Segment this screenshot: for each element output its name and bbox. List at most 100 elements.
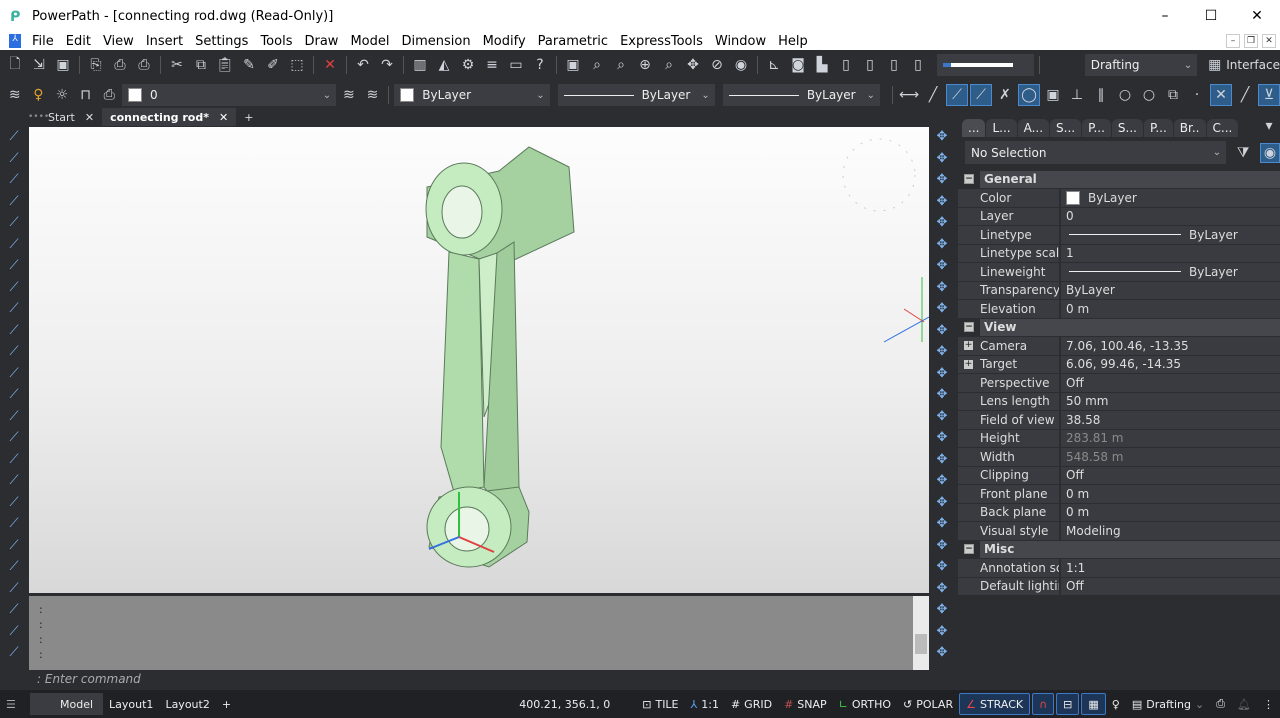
panel-menu-icon[interactable]: ▾ <box>1258 115 1280 137</box>
menu-draw[interactable]: Draw <box>299 34 345 49</box>
workspace-dropdown[interactable]: Drafting ⌄ <box>1084 54 1198 76</box>
menu-help[interactable]: Help <box>773 34 815 49</box>
insertion-snap-icon[interactable]: ⧉ <box>1162 84 1184 106</box>
copy-icon[interactable]: ⧉ <box>190 54 212 76</box>
collapse-icon[interactable]: − <box>964 322 974 333</box>
polyline-tool-icon[interactable]: ⟋ <box>3 234 25 256</box>
quadrant-snap-icon[interactable]: ○ <box>1114 84 1136 106</box>
lineweight-toggle[interactable]: ⊟ <box>1056 693 1080 715</box>
property-row[interactable]: + Camera 7.06, 100.46, -13.35 <box>958 337 1280 356</box>
property-row[interactable]: Lineweight ByLayer <box>958 263 1280 282</box>
command-line[interactable]: : Enter command <box>29 670 929 688</box>
interface-icon[interactable]: ▦ <box>1205 54 1224 76</box>
pick-icon[interactable]: ✐ <box>262 54 284 76</box>
settings-icon[interactable]: ⚙ <box>457 54 479 76</box>
doc-close-button[interactable]: ✕ <box>1262 34 1276 48</box>
doc-restore-button[interactable]: ❐ <box>1244 34 1258 48</box>
menu-edit[interactable]: Edit <box>61 34 98 49</box>
zoom-realtime-icon[interactable]: ⌕ <box>610 54 632 76</box>
visibility-eye-icon[interactable]: ◉ <box>1260 142 1280 163</box>
collapse-icon[interactable]: − <box>964 174 974 185</box>
property-value[interactable]: Off <box>1061 374 1280 392</box>
properties-tab[interactable]: P... <box>1143 119 1173 137</box>
menu-parametric[interactable]: Parametric <box>533 34 615 49</box>
property-row[interactable]: Height 283.81 m <box>958 429 1280 448</box>
copy-tool-icon[interactable]: ✥ <box>931 148 953 170</box>
save-icon[interactable]: ▣ <box>52 54 74 76</box>
maximize-button[interactable]: ☐ <box>1188 0 1234 32</box>
plot-icon[interactable]: ⎙ <box>109 54 131 76</box>
property-value[interactable]: Modeling <box>1061 522 1280 540</box>
property-value[interactable]: Off <box>1061 577 1280 595</box>
property-value[interactable]: 1:1 <box>1061 559 1280 577</box>
property-row[interactable]: Back plane 0 m <box>958 503 1280 522</box>
menu-modify[interactable]: Modify <box>478 34 533 49</box>
align-tool-icon[interactable]: ✥ <box>931 406 953 428</box>
center-snap-icon[interactable]: ◯ <box>1018 84 1041 106</box>
menu-expresstools[interactable]: ExpressTools <box>615 34 710 49</box>
zoom-previous-icon[interactable]: ⌕ <box>658 54 680 76</box>
menu-file[interactable]: File <box>27 34 61 49</box>
property-row[interactable]: Default lighting Off <box>958 577 1280 596</box>
endpoint-snap-icon[interactable]: ⟋ <box>946 84 969 106</box>
property-row[interactable]: Layer 0 <box>958 207 1280 226</box>
visibility-icon[interactable]: ◉ <box>730 54 752 76</box>
property-value[interactable]: 38.58 <box>1061 411 1280 429</box>
print-preview-icon[interactable]: ⎘ <box>85 54 107 76</box>
annotation-scale[interactable]: ⅄ 1:1 <box>685 693 725 715</box>
property-value[interactable]: 283.81 m <box>1061 429 1280 447</box>
viewcube-compass[interactable] <box>842 138 916 212</box>
property-value[interactable]: 548.58 m <box>1061 448 1280 466</box>
clear-snaps-icon[interactable]: ✕ <box>1210 84 1233 106</box>
property-row[interactable]: Perspective Off <box>958 374 1280 393</box>
ortho-toggle[interactable]: ∟ ORTHO <box>833 693 897 715</box>
layer-previous-icon[interactable]: ≋ <box>362 84 384 106</box>
redo-icon[interactable]: ↷ <box>376 54 398 76</box>
property-value[interactable]: 50 mm <box>1061 392 1280 410</box>
stretch-tool-icon[interactable]: ✥ <box>931 255 953 277</box>
delete-icon[interactable]: ✕ <box>319 54 341 76</box>
notification-bell-icon[interactable]: 🔔︎ <box>1231 693 1257 715</box>
scale-tool-icon[interactable]: ✥ <box>931 234 953 256</box>
lineweight-dropdown[interactable]: ByLayer ⌄ <box>722 84 881 106</box>
help-icon[interactable]: ? <box>529 54 551 76</box>
property-value[interactable]: 6.06, 99.46, -14.35 <box>1061 355 1280 373</box>
drawing-explorer-icon[interactable]: ▣ <box>562 54 584 76</box>
drag-tool-icon[interactable]: ✥ <box>931 642 953 664</box>
menu-window[interactable]: Window <box>710 34 773 49</box>
property-value[interactable]: ByLayer <box>1061 263 1280 281</box>
text-tool-icon[interactable]: ⟋ <box>3 492 25 514</box>
layout-panel-icon[interactable]: ▯ <box>835 54 857 76</box>
match-properties-icon[interactable]: ✎ <box>238 54 260 76</box>
properties-tab[interactable]: S... <box>1111 119 1143 137</box>
dimension-tool-icon[interactable]: ⟋ <box>3 513 25 535</box>
array-tool-icon[interactable]: ✥ <box>931 277 953 299</box>
mirror3d-tool-icon[interactable]: ✥ <box>931 341 953 363</box>
paint-tool-icon[interactable]: ✥ <box>931 191 953 213</box>
document-tab[interactable]: Start ✕ <box>40 108 102 126</box>
pick-tool-icon[interactable]: ✥ <box>931 212 953 234</box>
minimize-button[interactable]: – <box>1142 0 1188 32</box>
extension-snap-icon[interactable]: ╱ <box>1234 84 1256 106</box>
layer-manager-icon[interactable]: ≋ <box>4 84 26 106</box>
esnap-toggle[interactable]: ∩ <box>1032 693 1055 715</box>
property-value[interactable]: 1 <box>1061 244 1280 262</box>
close-button[interactable]: ✕ <box>1234 0 1280 32</box>
property-value[interactable]: 0 <box>1061 207 1280 225</box>
arc-tool-icon[interactable]: ⟋ <box>3 148 25 170</box>
property-row[interactable]: Clipping Off <box>958 466 1280 485</box>
select-icon[interactable]: ⬚ <box>286 54 308 76</box>
properties-tab[interactable]: P... <box>1082 119 1111 137</box>
property-row[interactable]: Linetype ByLayer <box>958 226 1280 245</box>
linetype-dropdown[interactable]: ByLayer ⌄ <box>557 84 715 106</box>
new-tab-button[interactable]: + <box>236 108 261 126</box>
document-icon[interactable]: ⅄ <box>9 34 21 48</box>
layout-tab-layout1[interactable]: Layout1 <box>103 693 159 715</box>
more-tool-icon[interactable]: ✥ <box>931 621 953 643</box>
property-value[interactable]: ByLayer <box>1061 226 1280 244</box>
polar-toggle[interactable]: ↺ POLAR <box>897 693 959 715</box>
point-snap-icon[interactable]: · <box>1186 84 1208 106</box>
render-icon[interactable]: ◭ <box>433 54 455 76</box>
polygon-tool-icon[interactable]: ⟋ <box>3 277 25 299</box>
tile-toggle[interactable]: ⊡ TILE <box>636 693 684 715</box>
